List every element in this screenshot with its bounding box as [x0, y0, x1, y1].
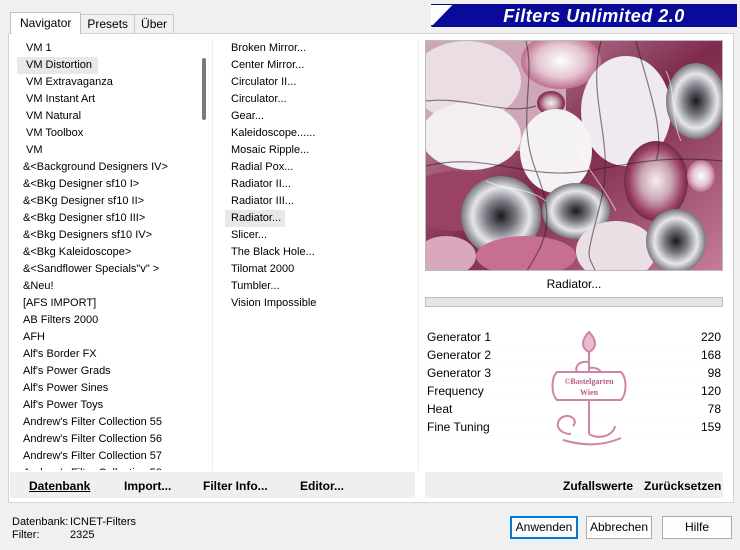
watermark-logo: ©Bastelgarten Wien: [543, 322, 635, 450]
banner-bar: Filters Unlimited 2.0: [431, 5, 737, 27]
category-item[interactable]: VM Toolbox: [17, 125, 197, 142]
category-item[interactable]: &Neu!: [17, 278, 197, 295]
category-scrollbar-thumb[interactable]: [202, 58, 206, 120]
banner-title: Filters Unlimited 2.0: [503, 5, 685, 26]
preview-image: [425, 40, 723, 271]
watermark-line1: ©Bastelgarten: [564, 377, 614, 386]
category-item[interactable]: Alf's Power Grads: [17, 363, 197, 380]
tab-ueber[interactable]: Über: [134, 14, 175, 34]
param-name: Generator 2: [427, 348, 492, 362]
param-value: 98: [707, 366, 721, 380]
category-item[interactable]: VM: [17, 142, 197, 159]
filter-item[interactable]: Broken Mirror...: [225, 40, 415, 57]
tab-presets[interactable]: Presets: [80, 14, 136, 34]
category-item[interactable]: &<Sandflower Specials"v" >: [17, 261, 197, 278]
filter-item[interactable]: Mosaic Ripple...: [225, 142, 415, 159]
param-value: 120: [700, 384, 721, 398]
status-filter-label: Filter:: [12, 529, 40, 541]
category-item[interactable]: AFH: [17, 329, 197, 346]
preview-progress-bar: [425, 297, 723, 307]
title-banner: Filters Unlimited 2.0: [431, 4, 737, 27]
filter-item[interactable]: Circulator...: [225, 91, 415, 108]
category-item[interactable]: VM Distortion: [17, 57, 99, 74]
preview-render: [426, 41, 722, 270]
category-item[interactable]: &<Bkg Designer sf10 III>: [17, 210, 197, 227]
filter-list[interactable]: Broken Mirror... Center Mirror... Circulat…: [225, 40, 415, 470]
category-item[interactable]: Andrew's Filter Collection 56: [17, 431, 197, 448]
zufallswerte-button[interactable]: Zufallswerte: [563, 479, 633, 493]
category-item[interactable]: Alf's Power Sines: [17, 380, 197, 397]
filter-item[interactable]: Tilomat 2000: [225, 261, 415, 278]
datenbank-label: Datenbank: [29, 479, 91, 493]
hilfe-button[interactable]: Hilfe: [662, 516, 732, 539]
category-item[interactable]: VM Instant Art: [17, 91, 197, 108]
param-name: Heat: [427, 402, 453, 416]
param-name: Generator 1: [427, 330, 492, 344]
category-item[interactable]: &<Bkg Designer sf10 I>: [17, 176, 197, 193]
list-divider: [212, 40, 213, 470]
filter-item[interactable]: Radiator...: [225, 210, 286, 227]
category-item[interactable]: Andrew's Filter Collection 55: [17, 414, 197, 431]
category-item[interactable]: [AFS IMPORT]: [17, 295, 197, 312]
filter-item[interactable]: Circulator II...: [225, 74, 415, 91]
param-name: Fine Tuning: [427, 420, 490, 434]
zuruecksetzen-button[interactable]: Zurücksetzen: [644, 479, 721, 493]
filter-item[interactable]: The Black Hole...: [225, 244, 415, 261]
status-datenbank-value: ICNET-Filters: [70, 516, 136, 528]
abbrechen-button[interactable]: Abbrechen: [586, 516, 652, 539]
category-item[interactable]: &<Background Designers IV>: [17, 159, 197, 176]
filter-item[interactable]: Center Mirror...: [225, 57, 415, 74]
preview-filter-label: Radiator...: [546, 277, 602, 291]
status-info: Datenbank: ICNET-Filters Filter: 2325: [12, 516, 136, 542]
watermark-line2: Wien: [580, 388, 599, 397]
anwenden-button[interactable]: Anwenden: [510, 516, 578, 539]
editor-label: Editor...: [300, 479, 345, 493]
category-item[interactable]: Alf's Border FX: [17, 346, 197, 363]
category-list[interactable]: VM 1 VM Distortion VM Extravaganza VM Insta…: [17, 40, 197, 470]
category-item[interactable]: Andrew's Filter Collection 58: [17, 465, 197, 470]
zufallswerte-label: Zufallswerte: [563, 479, 634, 493]
category-item[interactable]: Andrew's Filter Collection 57: [17, 448, 197, 465]
param-value: 78: [707, 402, 721, 416]
param-value: 220: [700, 330, 721, 344]
category-item[interactable]: VM Natural: [17, 108, 197, 125]
filter-item[interactable]: Radiator II...: [225, 176, 415, 193]
filter-item[interactable]: Radiator III...: [225, 193, 415, 210]
category-item[interactable]: &<Bkg Designers sf10 IV>: [17, 227, 197, 244]
filter-item[interactable]: Radial Pox...: [225, 159, 415, 176]
import-button[interactable]: Import...: [124, 479, 171, 493]
param-value: 159: [700, 420, 721, 434]
filter-item[interactable]: Vision Impossible: [225, 295, 415, 312]
import-label: Import...: [124, 479, 172, 493]
category-item[interactable]: Alf's Power Toys: [17, 397, 197, 414]
datenbank-button[interactable]: Datenbank: [29, 479, 90, 493]
category-item[interactable]: &<BKg Designer sf10 II>: [17, 193, 197, 210]
category-item[interactable]: &<Bkg Kaleidoscope>: [17, 244, 197, 261]
filter-item[interactable]: Kaleidoscope......: [225, 125, 415, 142]
filter-item[interactable]: Gear...: [225, 108, 415, 125]
status-datenbank-label: Datenbank:: [12, 516, 69, 528]
param-name: Generator 3: [427, 366, 492, 380]
filter-info-label: Filter Info...: [203, 479, 268, 493]
category-item[interactable]: AB Filters 2000: [17, 312, 197, 329]
filter-info-button[interactable]: Filter Info...: [203, 479, 268, 493]
list-divider: [418, 40, 419, 470]
param-name: Frequency: [427, 384, 484, 398]
filter-item[interactable]: Slicer...: [225, 227, 415, 244]
zuruecksetzen-label: Zurücksetzen: [644, 479, 722, 493]
tab-bar: Navigator Presets Über: [10, 12, 175, 34]
status-filter-value: 2325: [70, 529, 95, 541]
tab-navigator[interactable]: Navigator: [10, 12, 82, 34]
category-item[interactable]: VM Extravaganza: [17, 74, 197, 91]
filter-item[interactable]: Tumbler...: [225, 278, 415, 295]
editor-button[interactable]: Editor...: [300, 479, 344, 493]
category-item[interactable]: VM 1: [17, 40, 197, 57]
param-value: 168: [700, 348, 721, 362]
